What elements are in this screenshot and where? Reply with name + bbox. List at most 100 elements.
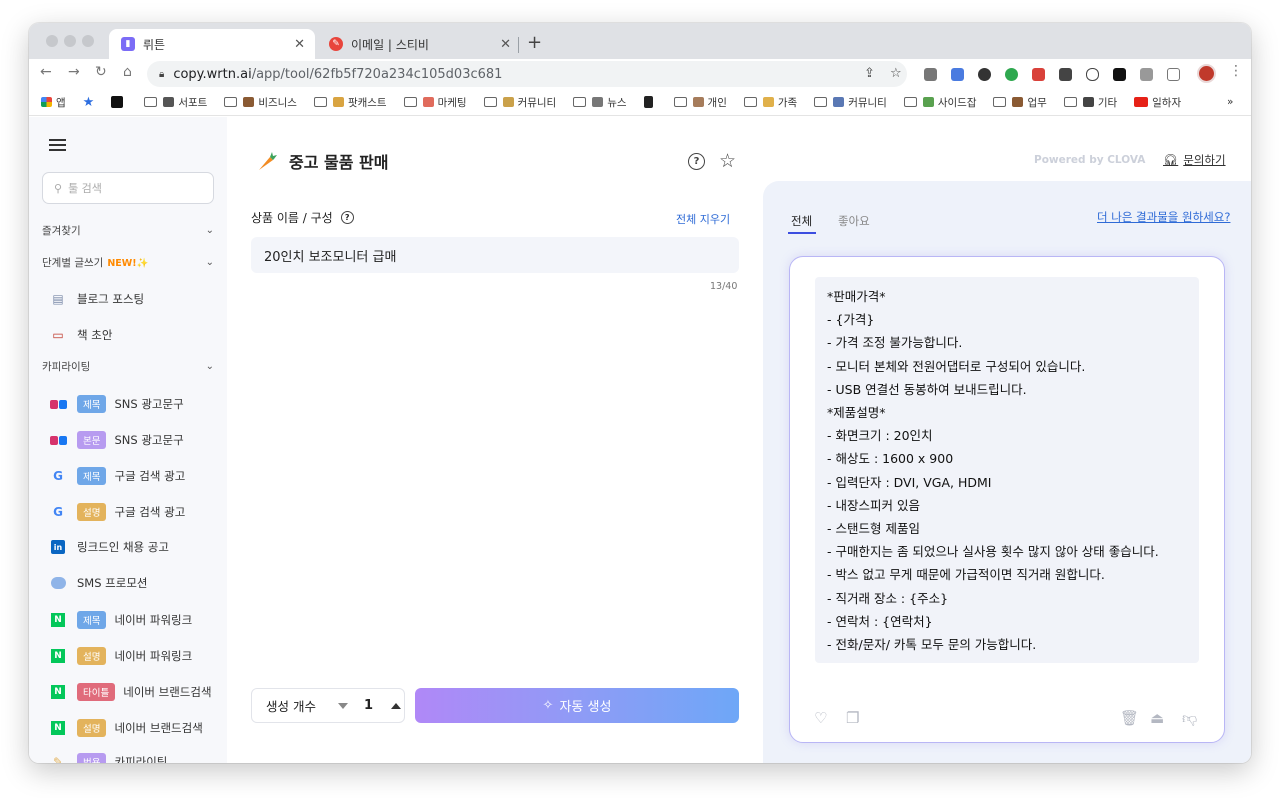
evernote-extension-icon[interactable] (1005, 68, 1018, 81)
sidebar-item-naver-powerlink-desc[interactable]: N 설명 네이버 파워링크 (49, 647, 219, 665)
wrtn-favicon-icon: ▮ (121, 37, 135, 51)
sidebar-item-naver-brand-title[interactable]: N 타이틀 네이버 브랜드검색 (49, 683, 219, 701)
sidebar-item-copywriting-general[interactable]: ✎ 범용 카피라이팅 (49, 753, 219, 763)
sidebar-item-sms-promo[interactable]: SMS 프로모션 (49, 575, 219, 591)
bookmark-apps[interactable]: 앱 (41, 95, 66, 110)
plant-icon (922, 97, 934, 107)
sidebar-item-sns-ad-body[interactable]: 본문 SNS 광고문구 (49, 431, 219, 449)
result-line: - 내장스피커 있음 (827, 497, 920, 513)
bookmark-star[interactable]: ★ (83, 95, 95, 110)
bookmark-youtube[interactable]: 일하자 (1134, 95, 1181, 110)
result-line: - 가격 조정 불가능합니다. (827, 335, 963, 351)
youtube-icon (1134, 97, 1149, 107)
product-name-input[interactable]: 20인치 보조모니터 급매 (251, 237, 739, 273)
bookmark-folder-podcast[interactable]: 팟캐스트 (313, 95, 387, 110)
bookmark-folder-support[interactable]: 서포트 (144, 95, 207, 110)
bookmarks-bar: 앱 ★ 서포트 비즈니스 팟캐스트 마케팅 커뮤니티 뉴스 개인 가족 커뮤니티… (29, 89, 1251, 116)
bookmark-shopping[interactable] (643, 96, 657, 108)
reload-icon[interactable]: ↻ (95, 64, 107, 80)
copy-icon[interactable]: ❐ (846, 709, 859, 727)
todoist-extension-icon[interactable] (1032, 68, 1045, 81)
bookmark-notion[interactable] (111, 96, 127, 108)
extension-icon[interactable] (924, 68, 937, 81)
bookmark-folder-sidejob[interactable]: 사이드잡 (903, 95, 976, 110)
field-help-icon[interactable]: ? (340, 211, 354, 224)
sidebar-item-blog-posting[interactable]: ▤ 블로그 포스팅 (49, 291, 219, 307)
result-text[interactable]: *판매가격* - {가격} - 가격 조정 불가능합니다. - 모니터 본체와 전원어… (815, 277, 1199, 663)
bookmark-folder-work[interactable]: 업무 (993, 95, 1047, 110)
bookmark-folder-news[interactable]: 뉴스 (573, 95, 627, 110)
bookmark-folder-marketing[interactable]: 마케팅 (403, 95, 467, 110)
family-icon (762, 97, 774, 107)
tab-liked[interactable]: 좋아요 (838, 213, 870, 229)
instagram-facebook-icon (49, 432, 67, 448)
generation-count-stepper: 생성 개수 1 (251, 688, 405, 723)
puzzle-extensions-icon[interactable] (1140, 68, 1153, 81)
thumbs-down-icon[interactable]: 👎︎ (1182, 709, 1197, 728)
badge-title: 제목 (77, 395, 107, 413)
headset-icon: 🎧︎ (1163, 153, 1179, 167)
sidebar-item-sns-ad-title[interactable]: 제목 SNS 광고문구 (49, 395, 219, 413)
section-copywriting[interactable]: 카피라이팅 ⌄ (42, 359, 214, 374)
bookmark-folder-business[interactable]: 비즈니스 (224, 95, 297, 110)
bookmarks-overflow-button[interactable]: » (1227, 96, 1233, 108)
auto-generate-button[interactable]: ✧ 자동 생성 (415, 688, 739, 723)
sidebar-item-naver-powerlink-title[interactable]: N 제목 네이버 파워링크 (49, 611, 219, 629)
tab-all[interactable]: 전체 (791, 213, 812, 229)
browser-menu-icon[interactable]: ⋮ (1229, 63, 1243, 79)
tab-title: 이메일 | 스티비 (351, 37, 429, 52)
home-icon[interactable]: ⌂ (123, 64, 132, 80)
clear-all-button[interactable]: 전체 지우기 (676, 211, 730, 227)
back-arrow-icon[interactable]: ← (40, 64, 52, 80)
side-panel-icon[interactable] (1167, 68, 1180, 81)
bookmark-folder-personal[interactable]: 개인 (673, 95, 727, 110)
send-extension-icon[interactable] (978, 68, 991, 81)
close-tab-icon[interactable]: ✕ (294, 37, 305, 52)
better-results-link[interactable]: 더 나은 결과물을 원하세요? (1097, 209, 1230, 225)
badge-desc: 설명 (77, 503, 107, 521)
increment-arrow-icon[interactable] (391, 702, 402, 709)
bookmark-folder-family[interactable]: 가족 (743, 95, 797, 110)
alarm-report-icon[interactable]: ⏏︎ (1150, 709, 1164, 727)
sidebar-item-naver-brand-desc[interactable]: N 설명 네이버 브랜드검색 (49, 719, 219, 737)
inquiry-link[interactable]: 🎧︎ 문의하기 (1163, 152, 1226, 168)
result-line: - 화면크기 : 20인치 (827, 428, 933, 444)
decrement-arrow-icon[interactable] (337, 702, 348, 709)
profile-avatar[interactable] (1197, 64, 1216, 83)
tool-search-input[interactable]: ⚲ 툴 검색 (42, 172, 214, 204)
close-window-button[interactable] (46, 35, 58, 47)
sidebar-item-google-ad-desc[interactable]: G 설명 구글 검색 광고 (49, 503, 219, 521)
naver-icon: N (49, 648, 67, 664)
bookmark-folder-community-2[interactable]: 커뮤니티 (814, 95, 887, 110)
browser-tab-wrtn[interactable]: ▮ 뤼튼 ✕ (109, 29, 315, 59)
share-icon[interactable]: ⇪ (864, 66, 875, 81)
bookmark-folder-etc[interactable]: 기타 (1063, 95, 1117, 110)
bookmark-star-icon[interactable]: ☆ (890, 66, 902, 81)
video-extension-icon[interactable] (1059, 68, 1072, 81)
new-tab-plus-icon[interactable]: + (527, 32, 542, 53)
sidebar-item-book-draft[interactable]: ▭ 책 초안 (49, 327, 219, 343)
help-icon[interactable]: ? (688, 153, 705, 170)
heart-icon[interactable]: ♡ (814, 709, 827, 727)
favorite-star-icon[interactable]: ☆ (719, 152, 736, 171)
folder-icon (144, 97, 158, 107)
browser-tab-stibee[interactable]: ✎ 이메일 | 스티비 ✕ (317, 29, 521, 59)
cloud-extension-icon[interactable] (1086, 68, 1099, 81)
address-bar[interactable]: 🔒︎ copy.wrtn.ai/app/tool/62fb5f720a234c1… (147, 61, 907, 87)
tab-strip: ▮ 뤼튼 ✕ ✎ 이메일 | 스티비 ✕ + (29, 23, 1251, 59)
zoom-window-button[interactable] (82, 35, 94, 47)
sidebar-item-linkedin-job[interactable]: in 링크드인 채용 공고 (49, 539, 219, 555)
minimize-window-button[interactable] (64, 35, 76, 47)
bookmark-folder-community[interactable]: 커뮤니티 (483, 95, 556, 110)
t-extension-icon[interactable] (1113, 68, 1126, 81)
sidebar-item-google-ad-title[interactable]: G 제목 구글 검색 광고 (49, 467, 219, 485)
close-tab-icon[interactable]: ✕ (500, 37, 511, 52)
pencil-icon: ✎ (52, 755, 64, 763)
trash-icon[interactable]: 🗑︎ (1120, 709, 1139, 727)
section-favorites[interactable]: 즐겨찾기 ⌄ (42, 223, 214, 238)
section-step-writing[interactable]: 단계별 글쓰기 NEW!✨ ⌄ (42, 255, 214, 270)
translate-extension-icon[interactable] (951, 68, 964, 81)
hamburger-menu-icon[interactable] (49, 139, 66, 151)
forward-arrow-icon[interactable]: → (68, 64, 80, 80)
badge-body: 본문 (77, 431, 107, 449)
